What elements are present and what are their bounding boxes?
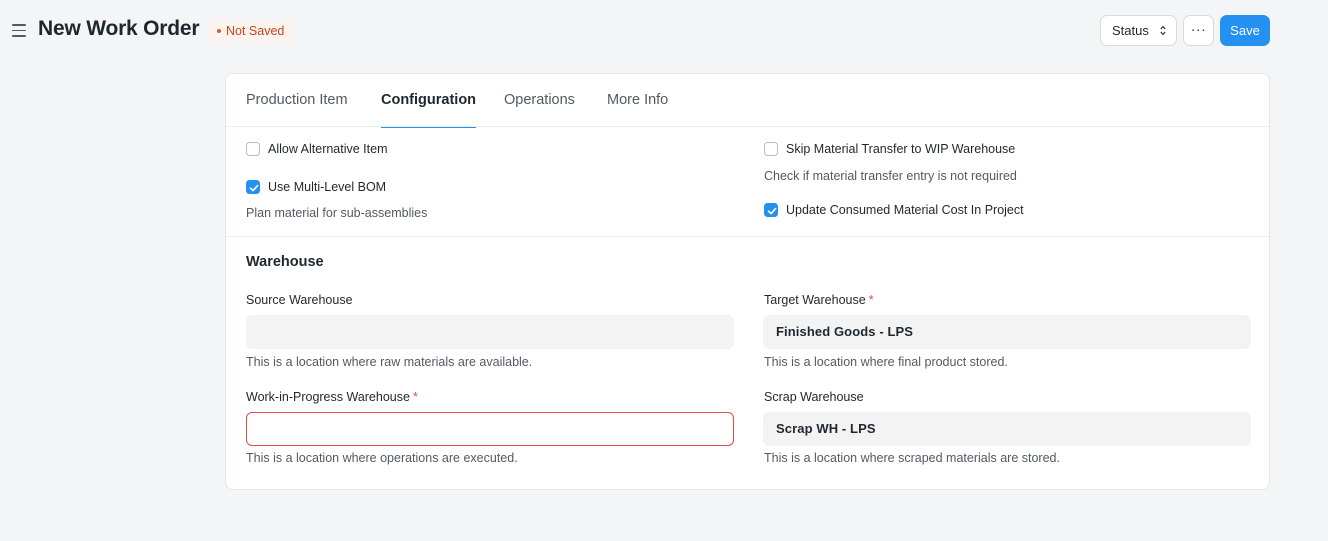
status-dot-icon [217, 28, 221, 33]
hamburger-menu-icon[interactable] [12, 24, 26, 37]
allow-alternative-item-checkbox[interactable] [246, 142, 260, 156]
status-dropdown-button[interactable]: Status [1100, 15, 1177, 46]
use-multi-level-bom-checkbox[interactable] [246, 180, 260, 194]
target-warehouse-label-text: Target Warehouse [764, 293, 866, 307]
checkmark-icon [767, 207, 777, 215]
form-card: Production Item Configuration Operations… [225, 73, 1270, 490]
skip-material-transfer-help: Check if material transfer entry is not … [764, 169, 1017, 183]
skip-material-transfer-checkbox[interactable] [764, 142, 778, 156]
source-warehouse-label-text: Source Warehouse [246, 293, 353, 307]
scrap-warehouse-input[interactable]: Scrap WH - LPS [763, 412, 1251, 446]
scrap-warehouse-label-text: Scrap Warehouse [764, 390, 864, 404]
section-divider [226, 236, 1269, 237]
update-consumed-cost-check[interactable]: Update Consumed Material Cost In Project [764, 202, 1024, 218]
form-tabs: Production Item Configuration Operations… [226, 74, 1269, 128]
target-warehouse-input[interactable]: Finished Goods - LPS [763, 315, 1251, 349]
wip-warehouse-input[interactable] [246, 412, 734, 446]
wip-warehouse-label: Work-in-Progress Warehouse * [246, 390, 418, 404]
use-multi-level-bom-help: Plan material for sub-assemblies [246, 206, 428, 220]
tab-operations[interactable]: Operations [504, 74, 575, 127]
warehouse-section-title: Warehouse [246, 254, 324, 270]
tab-production-item[interactable]: Production Item [246, 74, 348, 127]
more-actions-button[interactable]: ··· [1183, 15, 1214, 46]
up-down-caret-icon [1160, 25, 1166, 36]
scrap-warehouse-help: This is a location where scraped materia… [764, 451, 1060, 465]
status-button-label: Status [1112, 23, 1149, 38]
source-warehouse-label: Source Warehouse [246, 293, 353, 307]
source-warehouse-help: This is a location where raw materials a… [246, 355, 533, 369]
tab-configuration[interactable]: Configuration [381, 74, 477, 128]
use-multi-level-bom-label: Use Multi-Level BOM [268, 180, 387, 194]
status-badge-label: Not Saved [226, 24, 285, 38]
save-button[interactable]: Save [1220, 15, 1270, 46]
target-warehouse-help: This is a location where final product s… [764, 355, 1008, 369]
page-header: New Work Order Not Saved Status ··· Save [0, 0, 1328, 62]
update-consumed-cost-checkbox[interactable] [764, 203, 778, 217]
required-asterisk: * [868, 293, 874, 307]
update-consumed-cost-label: Update Consumed Material Cost In Project [786, 203, 1024, 217]
skip-material-transfer-check[interactable]: Skip Material Transfer to WIP Warehouse [764, 141, 1015, 157]
wip-warehouse-label-text: Work-in-Progress Warehouse [246, 390, 410, 404]
allow-alternative-item-label: Allow Alternative Item [268, 142, 388, 156]
scrap-warehouse-label: Scrap Warehouse [764, 390, 864, 404]
skip-material-transfer-label: Skip Material Transfer to WIP Warehouse [786, 142, 1016, 156]
required-asterisk: * [412, 390, 418, 404]
page-title: New Work Order [38, 17, 200, 40]
target-warehouse-label: Target Warehouse * [764, 293, 874, 307]
status-badge: Not Saved [208, 20, 294, 43]
use-multi-level-bom-check[interactable]: Use Multi-Level BOM [246, 179, 386, 195]
allow-alternative-item-check[interactable]: Allow Alternative Item [246, 141, 388, 157]
wip-warehouse-help: This is a location where operations are … [246, 451, 518, 465]
checkmark-icon [249, 184, 259, 192]
source-warehouse-input[interactable] [246, 315, 734, 349]
tab-more-info[interactable]: More Info [607, 74, 668, 127]
